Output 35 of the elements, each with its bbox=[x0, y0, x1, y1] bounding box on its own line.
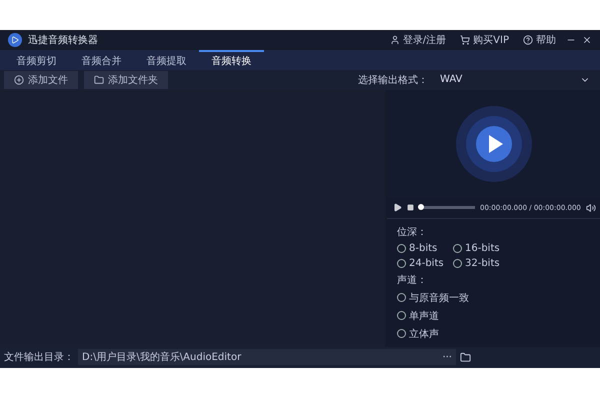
tab[interactable]: 音频剪切 bbox=[4, 50, 69, 70]
progress-thumb[interactable] bbox=[418, 204, 424, 210]
radio-option[interactable]: 16-bits bbox=[453, 242, 509, 254]
output-label: 文件输出目录： bbox=[4, 350, 74, 364]
plus-circle-icon bbox=[14, 74, 24, 85]
play-icon[interactable] bbox=[393, 203, 402, 212]
radio-option[interactable]: 单声道 bbox=[397, 308, 469, 323]
progress-track[interactable] bbox=[419, 206, 475, 210]
radio-option[interactable]: 立体声 bbox=[397, 326, 469, 341]
user-icon bbox=[390, 34, 400, 45]
radio-option[interactable]: 24-bits bbox=[397, 258, 453, 269]
output-path-field[interactable]: D:\用户目录\我的音乐\AudioEditor ··· bbox=[78, 349, 456, 366]
volume-icon[interactable] bbox=[586, 202, 596, 213]
radio-option[interactable]: 与原音频一致 bbox=[397, 290, 469, 305]
user-button[interactable]: 登录/注册 bbox=[386, 32, 450, 47]
folder-icon bbox=[94, 74, 104, 85]
play-disc-drawing[interactable] bbox=[454, 104, 534, 184]
format-label: 选择输出格式： bbox=[358, 74, 428, 87]
help-icon bbox=[523, 34, 533, 45]
help-button[interactable]: 帮助 bbox=[519, 32, 560, 47]
folder-icon[interactable] bbox=[460, 352, 471, 363]
add-file-button[interactable]: 添加文件 bbox=[4, 70, 78, 89]
option-heading: 声道： bbox=[397, 274, 428, 287]
tab[interactable]: 音频合并 bbox=[69, 50, 134, 70]
add-folder-button[interactable]: 添加文件夹 bbox=[84, 70, 168, 89]
cart-icon bbox=[460, 34, 470, 45]
stop-icon[interactable] bbox=[407, 204, 414, 212]
option-heading: 位深： bbox=[397, 226, 428, 239]
tab[interactable]: 音频提取 bbox=[134, 50, 199, 70]
window-title: 迅捷音频转换器 bbox=[28, 34, 99, 47]
format-dropdown[interactable]: WAV bbox=[434, 70, 596, 89]
radio-option[interactable]: 32-bits bbox=[453, 258, 509, 269]
close-icon[interactable] bbox=[582, 34, 592, 45]
radio-option[interactable]: 8-bits bbox=[397, 242, 453, 254]
cart-button[interactable]: 购买VIP bbox=[456, 32, 513, 47]
